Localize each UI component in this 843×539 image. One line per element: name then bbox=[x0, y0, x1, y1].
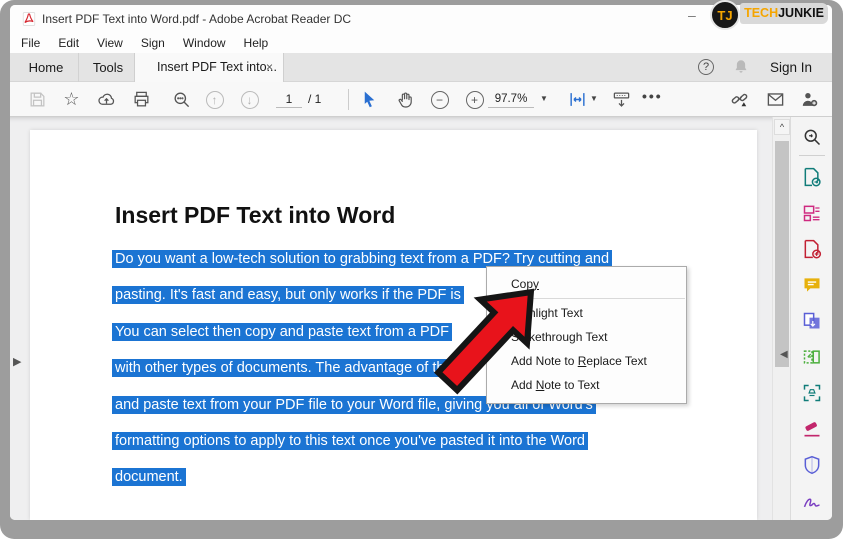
help-icon[interactable]: ? bbox=[698, 59, 714, 75]
screenshot: Insert PDF Text into Word.pdf - Adobe Ac… bbox=[0, 0, 843, 539]
zoom-dropdown-caret-icon[interactable]: ▼ bbox=[540, 94, 548, 103]
toolbar: ☆ ↑ ↓ 1 / 1 − + 97.7% ▼ bbox=[10, 82, 832, 117]
search-tools-icon[interactable] bbox=[800, 125, 824, 149]
export-pdf-icon[interactable] bbox=[800, 165, 824, 189]
fill-sign-icon[interactable] bbox=[800, 489, 824, 513]
find-icon[interactable] bbox=[172, 90, 191, 109]
title-bar: Insert PDF Text into Word.pdf - Adobe Ac… bbox=[10, 5, 832, 33]
more-tools-icon[interactable]: ••• bbox=[642, 88, 663, 104]
zoom-out-icon[interactable]: − bbox=[430, 90, 449, 109]
select-tool-icon[interactable] bbox=[360, 90, 379, 109]
tab-tools[interactable]: Tools bbox=[78, 53, 138, 82]
tools-panel-toggle-icon[interactable]: ◀ bbox=[780, 349, 788, 360]
nav-pane-toggle-icon[interactable]: ▶ bbox=[13, 355, 21, 368]
techjunkie-monogram: TJ bbox=[710, 0, 740, 30]
combine-files-icon[interactable] bbox=[800, 309, 824, 333]
create-pdf-icon[interactable] bbox=[800, 237, 824, 261]
menu-sign[interactable]: Sign bbox=[132, 33, 174, 53]
hand-tool-icon[interactable] bbox=[396, 90, 415, 109]
document-heading: Insert PDF Text into Word bbox=[115, 202, 395, 229]
scrollbar-thumb[interactable] bbox=[775, 141, 789, 367]
minimize-button[interactable]: – bbox=[688, 7, 696, 23]
vertical-scrollbar[interactable]: ^ bbox=[772, 117, 790, 520]
cloud-upload-icon[interactable] bbox=[97, 90, 116, 109]
window-title: Insert PDF Text into Word.pdf - Adobe Ac… bbox=[42, 12, 351, 26]
sidebar-divider bbox=[799, 155, 825, 156]
scroll-up-icon[interactable]: ^ bbox=[774, 119, 790, 135]
add-signer-icon[interactable] bbox=[800, 90, 819, 109]
sign-in-button[interactable]: Sign In bbox=[770, 53, 812, 82]
menu-bar: File Edit View Sign Window Help bbox=[10, 33, 832, 53]
acrobat-window: Insert PDF Text into Word.pdf - Adobe Ac… bbox=[10, 5, 832, 520]
redact-icon[interactable] bbox=[800, 417, 824, 441]
zoom-level-input[interactable]: 97.7% bbox=[488, 90, 534, 108]
protect-icon[interactable] bbox=[800, 453, 824, 477]
menu-help[interactable]: Help bbox=[235, 33, 278, 53]
red-pointer-arrow bbox=[434, 268, 554, 403]
tab-home[interactable]: Home bbox=[16, 53, 76, 82]
techjunkie-wordmark: TECHJUNKIE bbox=[740, 3, 828, 24]
organize-pages-icon[interactable] bbox=[800, 345, 824, 369]
notifications-bell-icon[interactable] bbox=[732, 58, 750, 76]
techjunkie-junkie-text: JUNKIE bbox=[778, 6, 824, 20]
share-link-icon[interactable] bbox=[730, 90, 749, 109]
page-number-input[interactable]: 1 bbox=[276, 90, 302, 108]
menu-edit[interactable]: Edit bbox=[49, 33, 88, 53]
tools-sidebar bbox=[790, 117, 832, 520]
compress-pdf-icon[interactable] bbox=[800, 381, 824, 405]
email-icon[interactable] bbox=[766, 90, 785, 109]
comment-icon[interactable] bbox=[800, 273, 824, 297]
fit-width-icon[interactable] bbox=[568, 90, 587, 109]
star-icon[interactable]: ☆ bbox=[62, 90, 81, 109]
selected-line: document. bbox=[112, 467, 692, 487]
acrobat-app-icon bbox=[22, 12, 36, 26]
previous-page-icon[interactable]: ↑ bbox=[205, 90, 224, 109]
tab-document[interactable]: Insert PDF Text into... × bbox=[134, 53, 284, 82]
edit-pdf-icon[interactable] bbox=[800, 201, 824, 225]
menu-file[interactable]: File bbox=[12, 33, 49, 53]
zoom-in-icon[interactable]: + bbox=[465, 90, 484, 109]
next-page-icon[interactable]: ↓ bbox=[240, 90, 259, 109]
print-icon[interactable] bbox=[132, 90, 151, 109]
selected-line: formatting options to apply to this text… bbox=[112, 431, 692, 451]
techjunkie-tech-text: TECH bbox=[744, 6, 778, 20]
fit-width-caret-icon[interactable]: ▼ bbox=[590, 94, 598, 103]
toolbar-divider bbox=[348, 89, 349, 110]
save-icon[interactable] bbox=[28, 90, 47, 109]
tab-document-label: Insert PDF Text into... bbox=[157, 60, 277, 74]
menu-window[interactable]: Window bbox=[174, 33, 235, 53]
tab-close-icon[interactable]: × bbox=[266, 53, 273, 82]
toolbar-download-icon[interactable] bbox=[612, 90, 631, 109]
page-total-label: / 1 bbox=[308, 90, 321, 108]
tab-bar: Home Tools Insert PDF Text into... × ? S… bbox=[10, 53, 832, 82]
menu-view[interactable]: View bbox=[88, 33, 132, 53]
